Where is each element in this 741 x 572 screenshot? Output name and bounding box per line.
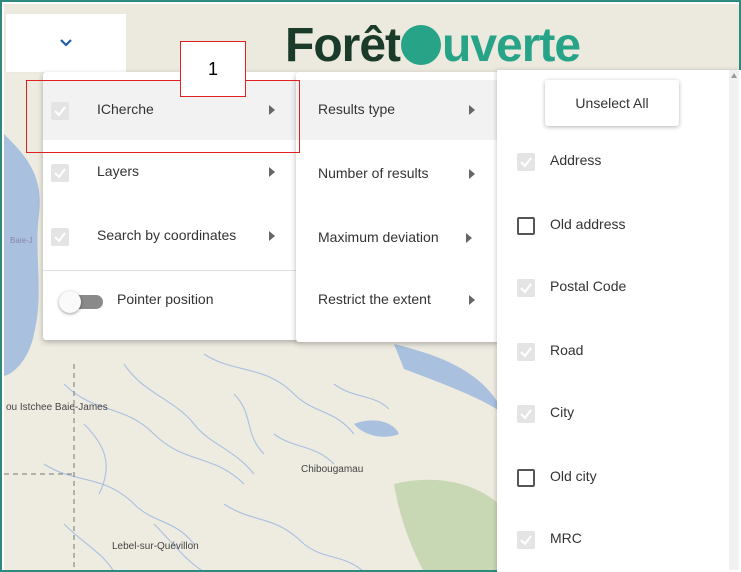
caret-right-icon <box>269 231 275 241</box>
toggle-knob <box>59 291 81 313</box>
logo-text-prefix: Forêt <box>285 19 401 72</box>
menu-item-label: Number of results <box>318 165 429 181</box>
result-type-label: Road <box>550 342 584 358</box>
checked-disabled-icon <box>517 343 535 361</box>
menu-item-restrict-the-extent[interactable]: Restrict the extent <box>296 270 499 330</box>
menu-divider <box>43 270 299 271</box>
logo-o-icon <box>401 25 441 65</box>
checked-disabled-icon <box>51 228 69 246</box>
result-type-label: Old address <box>550 216 626 232</box>
result-type-address[interactable]: Address <box>497 130 741 192</box>
unselect-all-button[interactable]: Unselect All <box>545 80 679 126</box>
checked-disabled-icon <box>517 405 535 423</box>
pointer-position-toggle[interactable] <box>59 290 103 314</box>
caret-right-icon <box>469 105 475 115</box>
result-type-label: MRC <box>550 530 582 546</box>
icherche-submenu: Results type Number of results Maximum d… <box>296 72 499 342</box>
result-type-old-address[interactable]: Old address <box>497 194 741 256</box>
collapse-menu-button[interactable] <box>6 14 126 72</box>
pointer-position-label: Pointer position <box>117 291 214 307</box>
result-type-label: Address <box>550 152 602 168</box>
checkbox-unchecked-icon[interactable] <box>517 217 535 235</box>
result-type-label: City <box>550 404 575 420</box>
menu-item-search-by-coordinates[interactable]: Search by coordinates <box>43 206 299 266</box>
annotation-number-tag: 1 <box>180 41 246 97</box>
result-type-label: Old city <box>550 468 597 484</box>
annotation-highlight-box <box>26 80 300 153</box>
menu-item-maximum-deviation[interactable]: Maximum deviation <box>296 208 499 268</box>
menu-item-label: Restrict the extent <box>318 291 431 307</box>
caret-right-icon <box>469 169 475 179</box>
result-type-mrc[interactable]: MRC <box>497 508 741 570</box>
checked-disabled-icon <box>517 279 535 297</box>
menu-item-label: Layers <box>97 163 140 179</box>
caret-right-icon <box>269 167 275 177</box>
checked-disabled-icon <box>517 531 535 549</box>
map-label-lebel: Lebel-sur-Quévillon <box>112 541 199 552</box>
checked-disabled-icon <box>517 153 535 171</box>
menu-scrollbar[interactable] <box>729 70 739 570</box>
checkbox-unchecked-icon[interactable] <box>517 469 535 487</box>
logo-text-suffix: uverte <box>442 19 581 72</box>
menu-item-label: Results type <box>318 101 396 117</box>
result-type-old-city[interactable]: Old city <box>497 446 741 508</box>
foret-ouverte-logo: Forêt uverte <box>285 19 581 72</box>
result-type-city[interactable]: City <box>497 382 741 444</box>
map-label-eeyou: ou Istchee Baie-James <box>6 402 108 413</box>
results-type-submenu: Unselect All Address Old address Postal … <box>497 70 741 572</box>
result-type-postal-code[interactable]: Postal Code <box>497 256 741 318</box>
caret-right-icon <box>466 233 472 243</box>
scroll-up-arrow-icon[interactable] <box>731 73 737 78</box>
checked-disabled-icon <box>51 164 69 182</box>
map-label-chibougamau: Chibougamau <box>301 464 364 475</box>
menu-item-number-of-results[interactable]: Number of results <box>296 144 499 204</box>
menu-item-results-type[interactable]: Results type <box>296 80 499 140</box>
map-label-baie: Baie-J <box>10 236 33 245</box>
caret-right-icon <box>469 295 475 305</box>
chevron-down-icon <box>60 39 72 47</box>
result-type-road[interactable]: Road <box>497 320 741 382</box>
result-type-label: Postal Code <box>550 278 627 294</box>
menu-item-label: Search by coordinates <box>97 227 237 243</box>
menu-item-label: Maximum deviation <box>318 229 439 245</box>
